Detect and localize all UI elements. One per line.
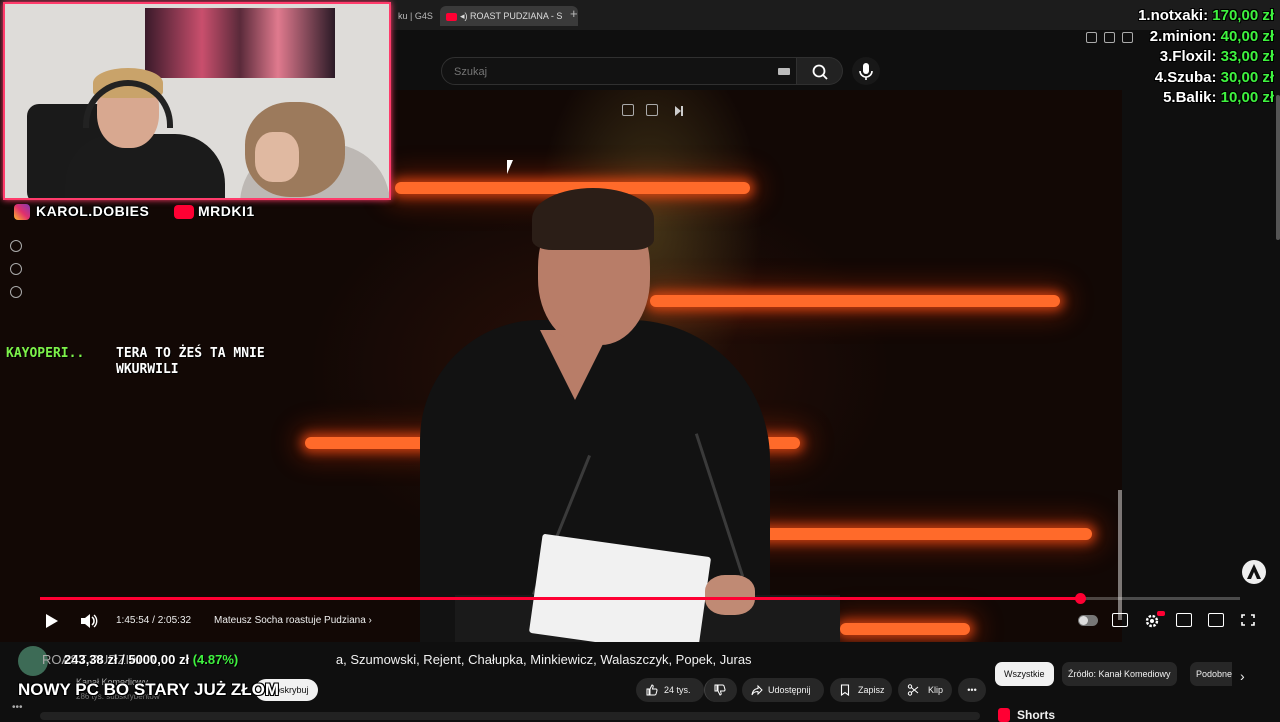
neon-light [650, 295, 1060, 307]
more-icon[interactable]: ••• [12, 702, 23, 713]
search-icon [812, 64, 828, 80]
instagram-handle: KAROL.DOBIES [36, 203, 150, 219]
thumbs-down-icon [714, 684, 726, 696]
explore-icon[interactable] [10, 263, 22, 275]
search-button[interactable] [797, 57, 843, 85]
scrollbar[interactable] [1276, 95, 1280, 240]
speaker-hand [705, 575, 755, 615]
leaderboard-row: 1.notxaki: 170,00 zł [1138, 6, 1274, 27]
progress-scrubber[interactable] [1075, 593, 1086, 604]
speaker-hair [532, 188, 654, 250]
more-actions-button[interactable]: ••• [958, 678, 986, 702]
clip-label: Klip [928, 685, 944, 695]
scissors-icon [907, 684, 919, 696]
save-button[interactable]: Zapisz [830, 678, 892, 702]
pin-icon[interactable] [1086, 32, 1097, 43]
filter-chip-similar[interactable]: Podobne [1190, 662, 1232, 686]
volume-icon[interactable] [80, 613, 98, 629]
cast-icon[interactable] [1208, 613, 1224, 627]
miniplayer-icon[interactable] [622, 104, 634, 116]
search-input[interactable] [452, 58, 776, 86]
donation-percent: (4.87%) [192, 652, 239, 667]
instagram-icon [14, 204, 30, 220]
channel-watermark-icon[interactable] [1242, 560, 1266, 584]
leaderboard-row: 5.Balik: 10,00 zł [1138, 88, 1274, 109]
more-icon: ••• [967, 685, 977, 695]
filter-chip-all[interactable]: Wszystkie [995, 662, 1054, 686]
like-count: 24 tys. [664, 685, 691, 695]
search-box [441, 57, 797, 86]
youtube-favicon-icon [446, 12, 457, 21]
description-box[interactable] [40, 712, 980, 720]
guest-hand [255, 132, 299, 182]
share-button[interactable]: Udostępnij [742, 678, 824, 702]
play-icon[interactable] [46, 614, 58, 628]
streamer-body [65, 134, 225, 198]
leaderboard-amount: 170,00 zł [1212, 7, 1274, 24]
exit-icon[interactable] [646, 104, 658, 116]
leaderboard-name: 2.minion: [1149, 27, 1217, 45]
chat-username: KAYOPERI.. [6, 346, 85, 361]
leaderboard-amount: 30,00 zł [1220, 68, 1274, 86]
chevron-right-icon[interactable]: › [1240, 668, 1245, 684]
chat-message: TERA TO ŻEŚ TA MNIE WKURWILI [116, 346, 265, 377]
time-display: 1:45:54 / 2:05:32 [116, 615, 192, 626]
leaderboard-name: 1.notxaki: [1138, 7, 1209, 24]
leaderboard-amount: 33,00 zł [1220, 48, 1274, 65]
browser-tab-active[interactable]: ◂) ROAST PUDZIANA - S [440, 6, 578, 26]
leaderboard-name: 5.Balik: [1163, 89, 1217, 106]
leaderboard-amount: 40,00 zł [1220, 27, 1274, 45]
dislike-button[interactable] [704, 678, 737, 702]
neon-light [840, 623, 970, 635]
leaderboard-amount: 10,00 zł [1220, 89, 1274, 106]
filter-chip-source[interactable]: Źródło: Kanał Komediowy [1062, 662, 1177, 686]
settings-icon[interactable] [10, 286, 22, 298]
donation-leaderboard: 1.notxaki: 170,00 zł 2.minion: 40,00 zł … [1138, 6, 1274, 109]
tab-label: ROAST PUDZIANA - S [470, 11, 563, 21]
like-button[interactable]: 24 tys. [636, 678, 704, 702]
donation-separator: / [117, 652, 129, 667]
progress-played [40, 597, 1080, 600]
chevron-right-icon: › [368, 615, 372, 626]
bookmark-icon [840, 684, 850, 696]
new-tab-button[interactable]: + [570, 6, 578, 21]
donation-current: 243,38 zł [64, 652, 118, 667]
mouse-cursor [507, 160, 513, 174]
skip-next-icon[interactable] [674, 104, 684, 122]
youtube-handle: MRDKI1 [198, 203, 255, 219]
leaderboard-row: 3.Floxil: 33,00 zł [1138, 47, 1274, 68]
autoplay-toggle[interactable] [1078, 615, 1098, 626]
window-icon[interactable] [1104, 32, 1115, 43]
donation-goal-label: NOWY PC BO STARY JUŻ ZŁOM [18, 680, 279, 699]
history-icon[interactable] [10, 240, 22, 252]
donation-target: 5000,00 zł [128, 652, 190, 667]
voice-search-button[interactable] [852, 57, 880, 85]
donation-goal-progress: 243,38 zł / 5000,00 zł (4.87%) [64, 652, 238, 667]
leaderboard-name: 3.Floxil: [1159, 48, 1217, 65]
share-label: Udostępnij [768, 685, 811, 695]
wall-painting [145, 8, 335, 78]
leaderboard-row: 4.Szuba: 30,00 zł [1138, 68, 1274, 89]
video-title-text: a, Szumowski, Rejent, Chałupka, Minkiewi… [335, 652, 752, 667]
extension-icon[interactable] [1122, 32, 1133, 43]
share-icon [751, 684, 763, 696]
thumbs-up-icon [646, 684, 658, 696]
microphone-icon [859, 63, 873, 80]
subtitles-icon[interactable] [1112, 613, 1128, 627]
save-label: Zapisz [858, 685, 885, 695]
miniplayer-icon[interactable] [1176, 613, 1192, 627]
keyboard-icon[interactable] [778, 68, 790, 75]
hd-badge [1157, 611, 1165, 616]
leaderboard-name: 4.Szuba: [1154, 68, 1217, 86]
sound-icon: ◂) [460, 11, 468, 21]
leaderboard-row: 2.minion: 40,00 zł [1138, 27, 1274, 48]
chapter-button[interactable]: Mateusz Socha roastuje Pudziana › [214, 615, 372, 626]
fullscreen-icon[interactable] [1240, 613, 1256, 627]
youtube-icon [174, 205, 194, 219]
clip-button[interactable]: Klip [898, 678, 952, 702]
webcam-overlay [3, 2, 391, 200]
chapter-title: Mateusz Socha roastuje Pudziana [214, 615, 366, 626]
